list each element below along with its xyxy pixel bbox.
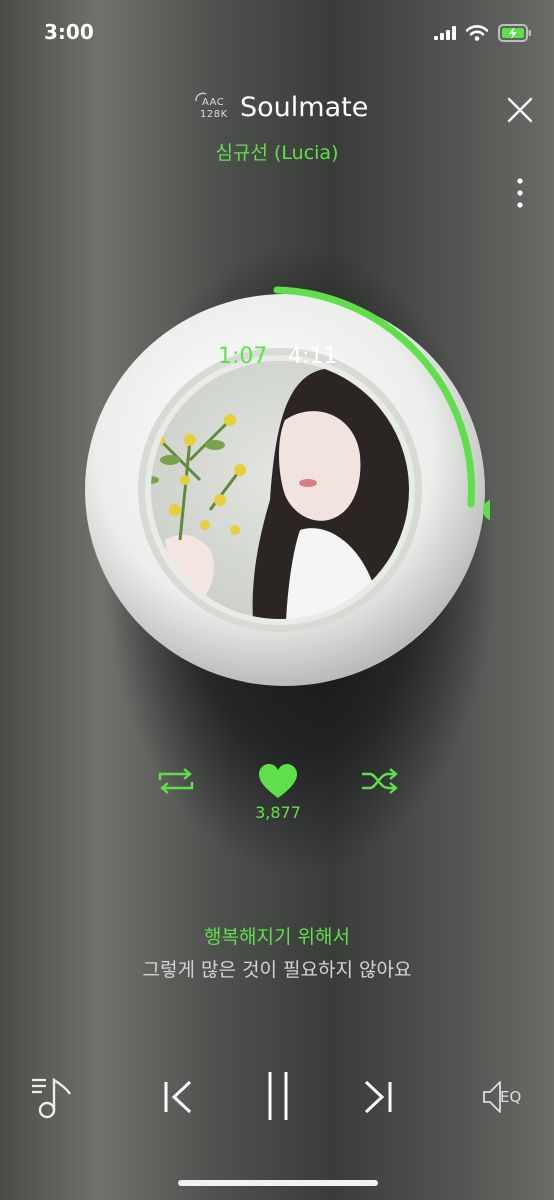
- more-vertical-icon: [517, 178, 523, 208]
- repeat-button[interactable]: [156, 766, 196, 796]
- time-separator: ·: [273, 344, 280, 369]
- artist-name[interactable]: 심규선 (Lucia): [0, 138, 554, 165]
- album-disc[interactable]: [70, 280, 505, 700]
- signal-icon: [434, 26, 456, 40]
- repeat-icon: [158, 768, 194, 794]
- more-options-button[interactable]: [512, 176, 528, 212]
- next-icon: [364, 1080, 392, 1114]
- wifi-icon: [466, 25, 488, 41]
- codec-bitrate: 128K: [200, 109, 228, 120]
- status-icons: [434, 24, 532, 42]
- current-time: 1:07: [218, 344, 268, 369]
- battery-charging-icon: [498, 24, 531, 42]
- like-count: 3,877: [255, 803, 301, 822]
- like-button[interactable]: [256, 762, 300, 802]
- codec-icon: AAC 128K: [195, 92, 232, 124]
- next-button[interactable]: [358, 1078, 398, 1116]
- lyric-next-line[interactable]: 그렇게 많은 것이 필요하지 않아요: [0, 955, 554, 982]
- shuffle-icon: [362, 768, 398, 794]
- pause-button[interactable]: [262, 1070, 294, 1122]
- close-button[interactable]: [504, 94, 536, 126]
- previous-button[interactable]: [158, 1078, 198, 1116]
- playlist-icon: [32, 1077, 71, 1119]
- total-time: 4:11: [288, 344, 338, 369]
- codec-format: AAC: [202, 97, 225, 108]
- close-icon: [507, 97, 533, 123]
- heart-icon: [259, 764, 297, 798]
- previous-icon: [164, 1080, 192, 1114]
- status-time: 3:00: [44, 20, 94, 44]
- eq-label: EQ: [500, 1088, 522, 1106]
- home-indicator[interactable]: [178, 1180, 378, 1186]
- pause-icon: [268, 1072, 288, 1120]
- shuffle-button[interactable]: [360, 766, 400, 796]
- playlist-button[interactable]: [30, 1074, 78, 1120]
- lyric-current-line[interactable]: 행복해지기 위해서: [0, 922, 554, 949]
- song-title: Soulmate: [240, 92, 369, 123]
- eq-button[interactable]: EQ: [478, 1078, 530, 1116]
